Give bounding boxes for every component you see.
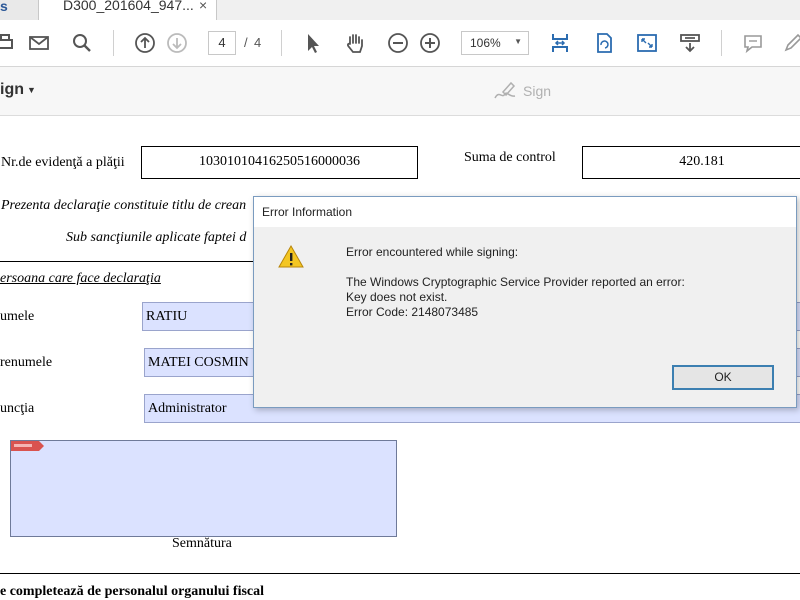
dialog-title: Error Information [262,205,353,219]
toolbar-separator [281,30,282,56]
fullscreen-icon[interactable] [634,30,660,56]
functia-label: uncţia [0,401,35,416]
tab-document-title: D300_201604_947... [63,0,194,13]
page-total: 4 [254,35,262,50]
ok-button[interactable]: OK [672,365,774,390]
zoom-value: 106% [470,36,501,50]
hand-icon[interactable] [342,30,368,56]
comment-icon[interactable] [740,30,766,56]
select-cursor-icon[interactable] [300,30,326,56]
signature-icon [494,81,516,99]
tab-strip: s D300_201604_947... × [0,0,800,21]
caret-down-icon: ▼ [27,84,36,95]
page-number-input[interactable]: 4 [208,31,236,55]
sign-button-label: Sign [523,83,552,99]
pen-icon[interactable] [780,30,800,56]
suma-control-field[interactable]: 420.181 [582,146,800,179]
search-icon[interactable] [69,30,95,56]
sign-menu-label: ign [0,81,24,98]
suma-control-label: Suma de control [464,150,556,165]
error-message-detail: The Windows Cryptographic Service Provid… [346,275,685,289]
zoom-out-icon[interactable] [385,30,411,56]
read-mode-icon[interactable] [677,30,703,56]
print-icon[interactable] [0,30,18,56]
error-message-heading: Error encountered while signing: [346,245,519,259]
toolbar-separator [721,30,722,56]
error-code: Error Code: 2148073485 [346,305,479,319]
footer-text: e completează de personalul organului fi… [0,584,265,599]
persoana-label: ersoana care face declaraţia [0,271,161,286]
sanctiuni-text: Sub sancţiunile aplicate faptei d [66,230,247,245]
nr-evidenta-field[interactable]: 10301010416250516000036 [141,146,418,179]
error-dialog: Error Information Error encountered whil… [253,196,797,408]
toolbar-separator [113,30,114,56]
tab-home[interactable]: s [0,0,39,20]
email-icon[interactable] [26,30,52,56]
dialog-titlebar[interactable]: Error Information [254,197,796,227]
tab-document[interactable]: D300_201604_947... × [39,0,217,21]
semnatura-label: Semnătura [172,536,232,551]
tab-home-label: s [0,0,8,14]
chevron-down-icon: ▼ [514,37,522,46]
numele-label: umele [0,309,35,324]
error-message-key: Key does not exist. [346,290,448,304]
prezenta-text: Prezenta declaraţie constituie titlu de … [1,198,247,213]
divider [0,573,800,574]
close-icon[interactable]: × [199,0,207,13]
signature-flag-icon [11,441,44,451]
toolbar: 4 / 4 106% ▼ [0,20,800,67]
sign-toolbar: ign ▼ Sign [0,67,800,116]
warning-icon [278,245,304,268]
fit-width-icon[interactable] [547,30,573,56]
zoom-select[interactable]: 106% ▼ [461,31,529,55]
page-up-icon[interactable] [132,30,158,56]
zoom-in-icon[interactable] [417,30,443,56]
nr-evidenta-label: Nr.de evidenţă a plăţii [1,155,125,170]
page-separator: / [244,35,248,50]
prenumele-label: renumele [0,355,53,370]
signature-field[interactable] [10,440,397,537]
sign-button[interactable]: Sign [493,79,551,103]
sign-menu[interactable]: ign ▼ [0,81,36,99]
divider [0,261,254,262]
rotate-icon[interactable] [591,30,617,56]
page-down-icon[interactable] [164,30,190,56]
